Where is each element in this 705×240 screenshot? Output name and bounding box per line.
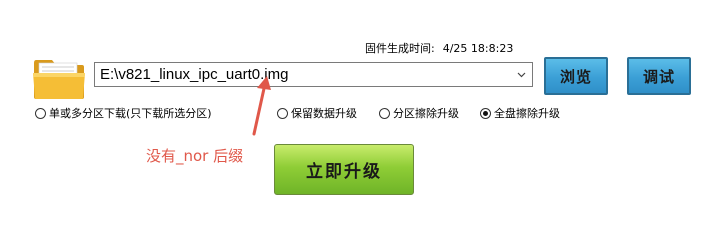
- firmware-time: 固件生成时间: 4/25 18:8:23: [365, 40, 513, 56]
- firmware-time-label: 固件生成时间:: [365, 42, 435, 55]
- folder-icon[interactable]: [32, 55, 86, 101]
- radio-full-erase-upgrade[interactable]: 全盘擦除升级: [480, 106, 560, 120]
- firmware-time-value: 4/25 18:8:23: [442, 42, 514, 55]
- radio-label: 分区擦除升级: [393, 107, 459, 120]
- radio-label: 全盘擦除升级: [494, 107, 560, 120]
- radio-dot[interactable]: [480, 107, 491, 119]
- upgrade-now-button[interactable]: 立即升级: [274, 144, 414, 195]
- annotation-note: 没有_nor 后缀: [146, 147, 244, 165]
- radio-dot[interactable]: [379, 107, 390, 119]
- image-path-combobox[interactable]: E:\v821_linux_ipc_uart0.img: [94, 62, 533, 87]
- browse-button[interactable]: 浏览: [544, 57, 608, 95]
- radio-label: 保留数据升级: [291, 107, 357, 120]
- chevron-down-icon[interactable]: [517, 70, 526, 79]
- arrow-up-icon: [252, 76, 271, 136]
- debug-button[interactable]: 调试: [627, 57, 691, 95]
- radio-dot[interactable]: [277, 107, 288, 119]
- radio-dot[interactable]: [35, 107, 46, 119]
- radio-label: 单或多分区下载(只下载所选分区): [49, 107, 212, 120]
- radio-keep-data-upgrade[interactable]: 保留数据升级: [277, 106, 357, 120]
- radio-partition-erase-upgrade[interactable]: 分区擦除升级: [379, 106, 459, 120]
- radio-partition-download[interactable]: 单或多分区下载(只下载所选分区): [35, 106, 212, 120]
